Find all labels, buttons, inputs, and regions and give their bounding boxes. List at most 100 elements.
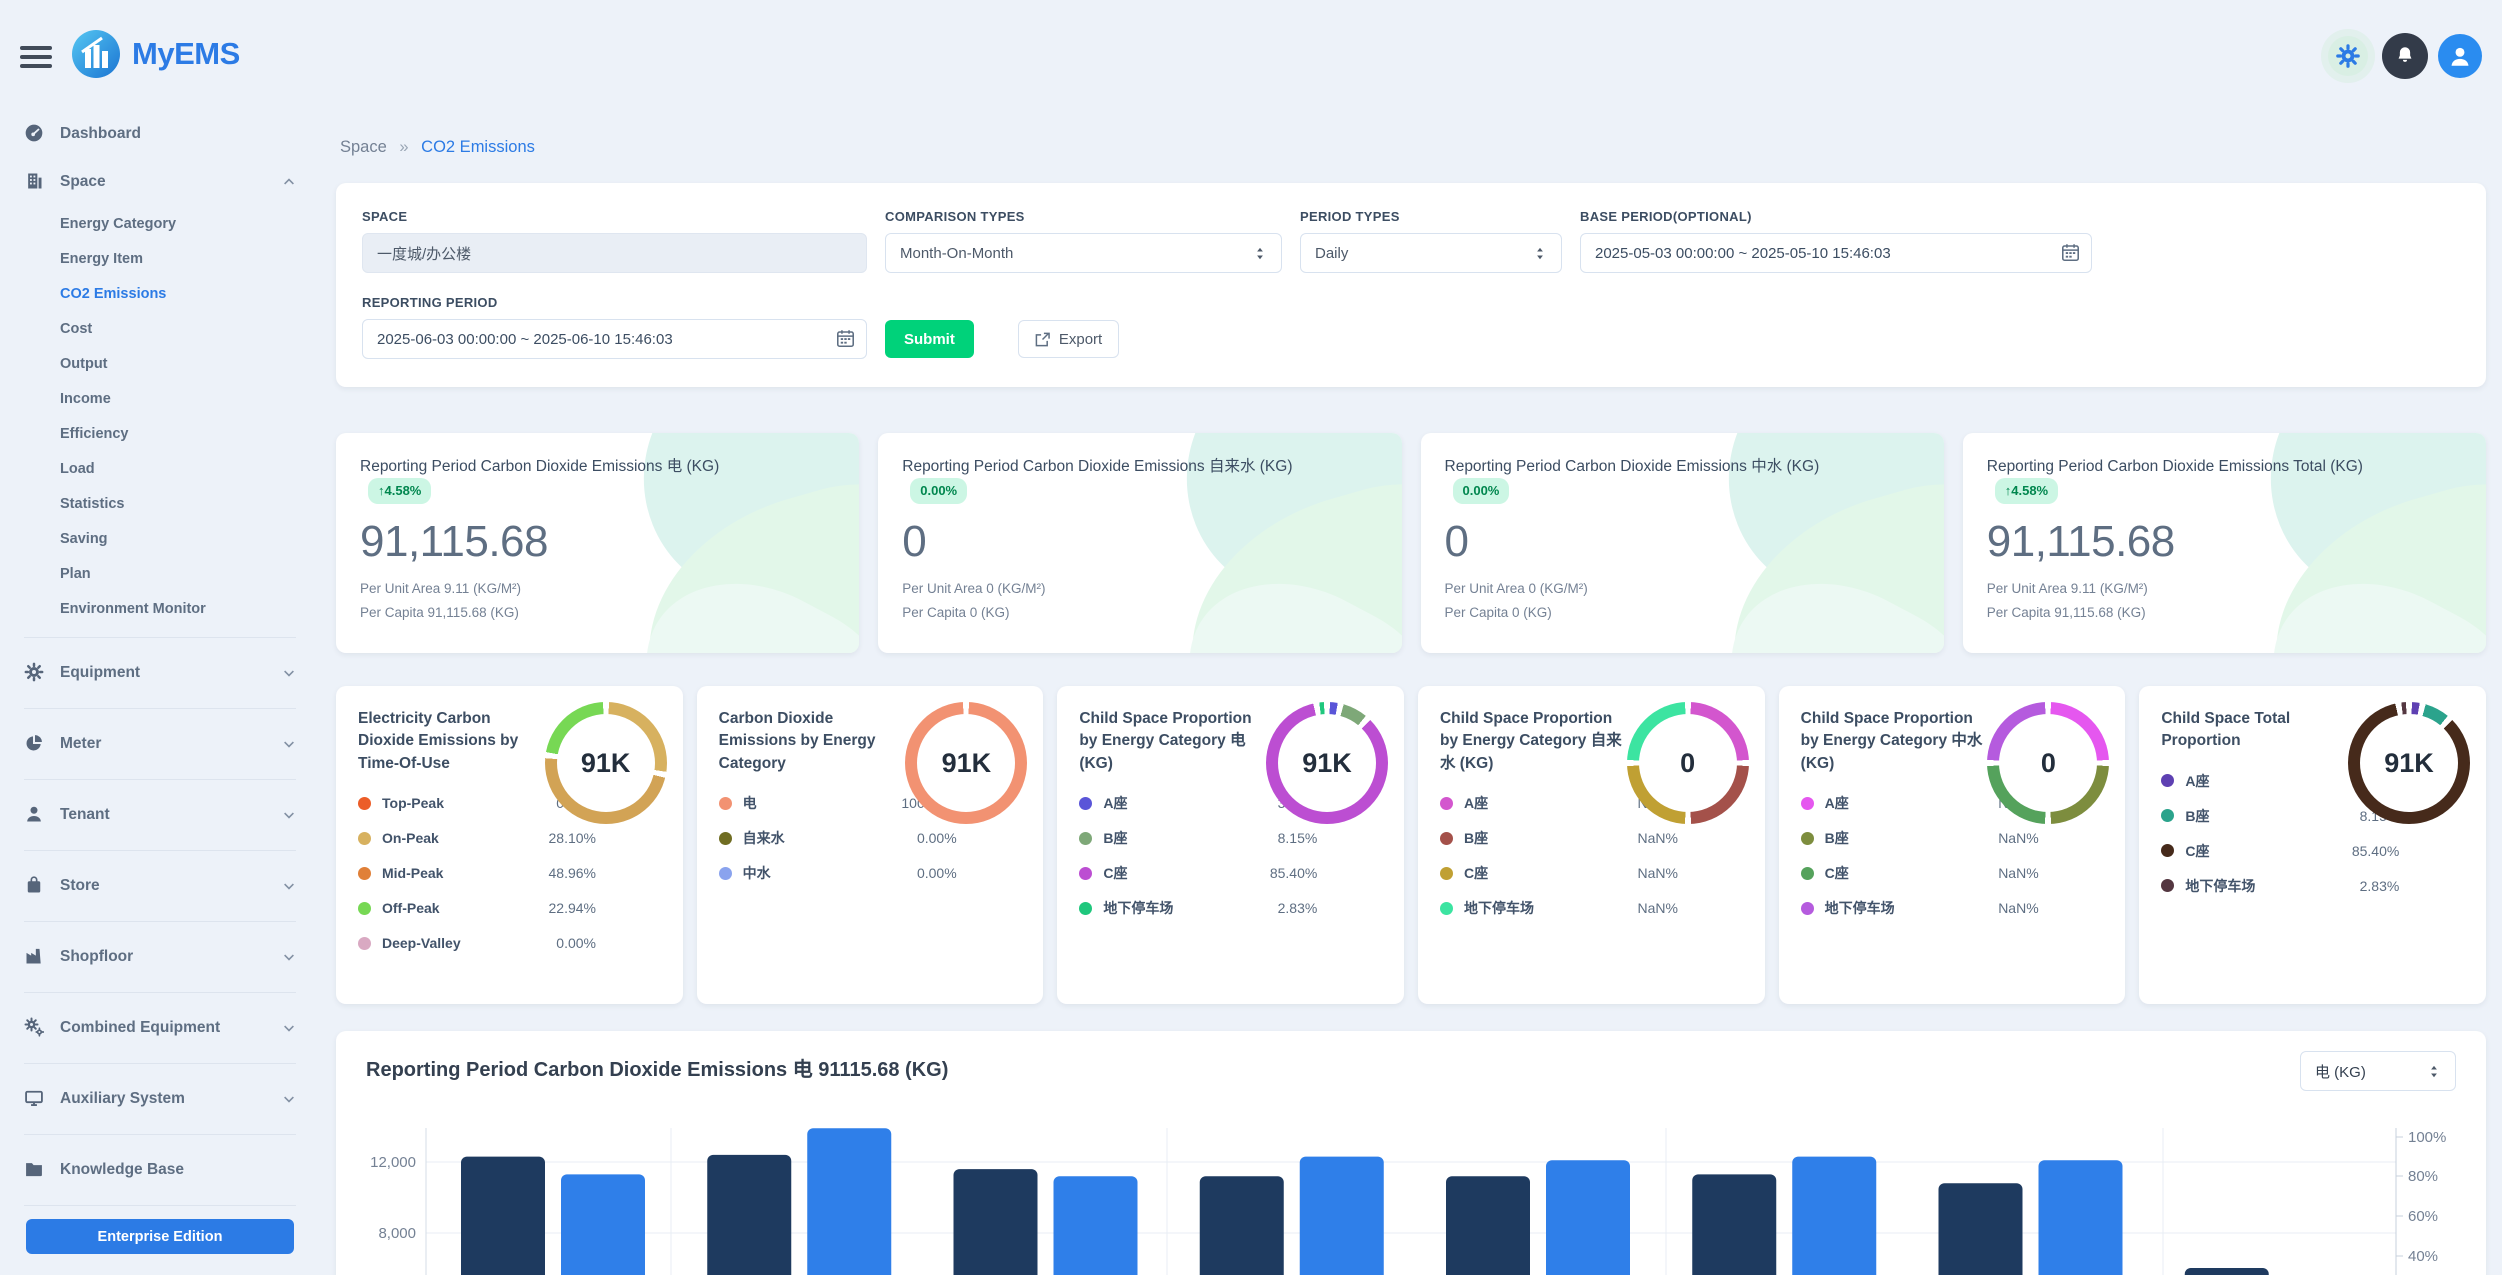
energy-unit-select[interactable]: 电 (KG) — [2300, 1051, 2456, 1091]
energy-unit-value: 电 (KG) — [2315, 1061, 2366, 1082]
export-button[interactable]: Export — [1018, 320, 1119, 358]
sidebar-subitem-energy-item[interactable]: Energy Item — [0, 241, 320, 276]
sidebar-divider — [24, 1205, 296, 1206]
bar-dark-4 — [1200, 1176, 1284, 1275]
period-types-label: PERIOD TYPES — [1300, 209, 1562, 224]
stat-per-capita: Per Capita 91,115.68 (KG) — [360, 605, 835, 620]
legend-value: 85.40% — [1266, 865, 1317, 881]
legend-value: NaN% — [1634, 900, 1678, 916]
stat-value: 91,115.68 — [1987, 517, 2462, 567]
base-period-input[interactable] — [1580, 233, 2092, 273]
legend-value: NaN% — [1634, 865, 1678, 881]
stat-per-capita: Per Capita 91,115.68 (KG) — [1987, 605, 2462, 620]
sidebar-subitem-co2-emissions[interactable]: CO2 Emissions — [0, 276, 320, 311]
sidebar-item-space[interactable]: Space — [0, 158, 320, 206]
sidebar-subitem-plan[interactable]: Plan — [0, 556, 320, 591]
sidebar-subitem-environment-monitor[interactable]: Environment Monitor — [0, 591, 320, 626]
stat-change-badge: 0.00% — [910, 478, 967, 504]
submit-button[interactable]: Submit — [885, 320, 974, 358]
sidebar-divider — [24, 850, 296, 851]
legend-label: A座 — [2185, 772, 2209, 790]
stat-title-text: Reporting Period Carbon Dioxide Emission… — [902, 458, 1292, 475]
stat-change-badge: ↑4.58% — [1995, 478, 2058, 504]
comparison-types-label: COMPARISON TYPES — [885, 209, 1282, 224]
sidebar-item-label: Space — [60, 173, 106, 191]
sidebar-item-combined-equipment[interactable]: Combined Equipment — [0, 1004, 320, 1052]
legend-label: C座 — [1825, 864, 1849, 882]
brand-logo[interactable]: MyEMS — [72, 30, 240, 78]
period-types-field: PERIOD TYPES Daily — [1300, 209, 1562, 273]
sidebar-subitem-energy-category[interactable]: Energy Category — [0, 206, 320, 241]
sidebar: MyEMS Dashboard Space Energy CategoryEnerg… — [0, 0, 320, 1275]
donut-card-5: Child Space Proportion by Energy Categor… — [1779, 686, 2126, 1004]
sidebar-item-label: Shopfloor — [60, 948, 133, 966]
reporting-period-input[interactable] — [362, 319, 867, 359]
sidebar-item-dashboard[interactable]: Dashboard — [0, 110, 320, 158]
period-types-select[interactable]: Daily — [1300, 233, 1562, 273]
chevron-up-icon — [282, 175, 296, 189]
enterprise-edition-button[interactable]: Enterprise Edition — [26, 1219, 294, 1254]
sidebar-item-shopfloor[interactable]: Shopfloor — [0, 933, 320, 981]
sidebar-item-meter[interactable]: Meter — [0, 720, 320, 768]
sidebar-item-label: Dashboard — [60, 125, 141, 143]
stat-per-unit-area: Per Unit Area 9.11 (KG/M²) — [360, 581, 835, 596]
sidebar-subitem-saving[interactable]: Saving — [0, 521, 320, 556]
legend-item: Mid-Peak48.96% — [358, 858, 596, 888]
legend-dot-icon — [1440, 867, 1453, 880]
breadcrumb: Space » CO2 Emissions — [340, 138, 2482, 157]
bag-icon — [24, 875, 46, 897]
stat-card-title: Reporting Period Carbon Dioxide Emission… — [902, 455, 1317, 505]
bar-chart-title: Reporting Period Carbon Dioxide Emission… — [366, 1053, 2456, 1082]
sidebar-item-label: Meter — [60, 735, 101, 753]
legend-value: NaN% — [1634, 830, 1678, 846]
legend-value: 28.10% — [545, 830, 596, 846]
bar-chart: 12,0008,000100%80%60%40% — [366, 1100, 2456, 1275]
legend-item: 地下停车场2.83% — [1079, 893, 1317, 923]
sidebar-divider — [24, 708, 296, 709]
sidebar-subitem-statistics[interactable]: Statistics — [0, 486, 320, 521]
sidebar-subitem-load[interactable]: Load — [0, 451, 320, 486]
chevron-down-icon — [282, 666, 296, 680]
stat-value: 0 — [902, 517, 1377, 567]
legend-dot-icon — [1801, 797, 1814, 810]
legend-dot-icon — [719, 867, 732, 880]
sidebar-item-tenant[interactable]: Tenant — [0, 791, 320, 839]
legend-item: Deep-Valley0.00% — [358, 928, 596, 958]
sidebar-divider — [24, 1134, 296, 1135]
sidebar-subitem-efficiency[interactable]: Efficiency — [0, 416, 320, 451]
sort-arrows-icon — [2427, 1064, 2441, 1079]
sidebar-item-label: Knowledge Base — [60, 1161, 184, 1179]
chevron-down-icon — [282, 879, 296, 893]
sort-arrows-icon — [1253, 246, 1267, 261]
sidebar-subitem-cost[interactable]: Cost — [0, 311, 320, 346]
sidebar-subitem-output[interactable]: Output — [0, 346, 320, 381]
legend-label: Deep-Valley — [382, 934, 461, 952]
stat-cards-row: Reporting Period Carbon Dioxide Emission… — [336, 433, 2486, 653]
sidebar-subitem-income[interactable]: Income — [0, 381, 320, 416]
stat-card-title: Reporting Period Carbon Dioxide Emission… — [360, 455, 775, 505]
space-input[interactable] — [362, 233, 867, 273]
donut-legend: A座3.62%B座8.15%C座85.40%地下停车场2.83% — [1079, 788, 1317, 923]
comparison-types-select[interactable]: Month-On-Month — [885, 233, 1282, 273]
sidebar-item-store[interactable]: Store — [0, 862, 320, 910]
legend-value: 2.83% — [2356, 878, 2400, 894]
legend-dot-icon — [1440, 832, 1453, 845]
donut-card-title: Child Space Total Proportion — [2161, 708, 2346, 753]
sidebar-item-auxiliary-system[interactable]: Auxiliary System — [0, 1075, 320, 1123]
stat-change-badge: 0.00% — [1453, 478, 1510, 504]
stat-per-unit-area: Per Unit Area 9.11 (KG/M²) — [1987, 581, 2462, 596]
chevron-down-icon — [282, 808, 296, 822]
hamburger-menu-icon[interactable] — [20, 46, 52, 66]
legend-dot-icon — [2161, 774, 2174, 787]
factory-icon — [24, 946, 46, 968]
breadcrumb-parent[interactable]: Space — [340, 138, 387, 156]
stat-change-badge: ↑4.58% — [368, 478, 431, 504]
stat-value: 91,115.68 — [360, 517, 835, 567]
base-period-label: BASE PERIOD(OPTIONAL) — [1580, 209, 2092, 224]
stat-title-text: Reporting Period Carbon Dioxide Emission… — [360, 458, 719, 475]
legend-value: 85.40% — [2348, 843, 2399, 859]
space-field: SPACE — [362, 209, 867, 273]
sidebar-item-equipment[interactable]: Equipment — [0, 649, 320, 697]
sidebar-item-knowledge-base[interactable]: Knowledge Base — [0, 1146, 320, 1194]
legend-dot-icon — [2161, 809, 2174, 822]
